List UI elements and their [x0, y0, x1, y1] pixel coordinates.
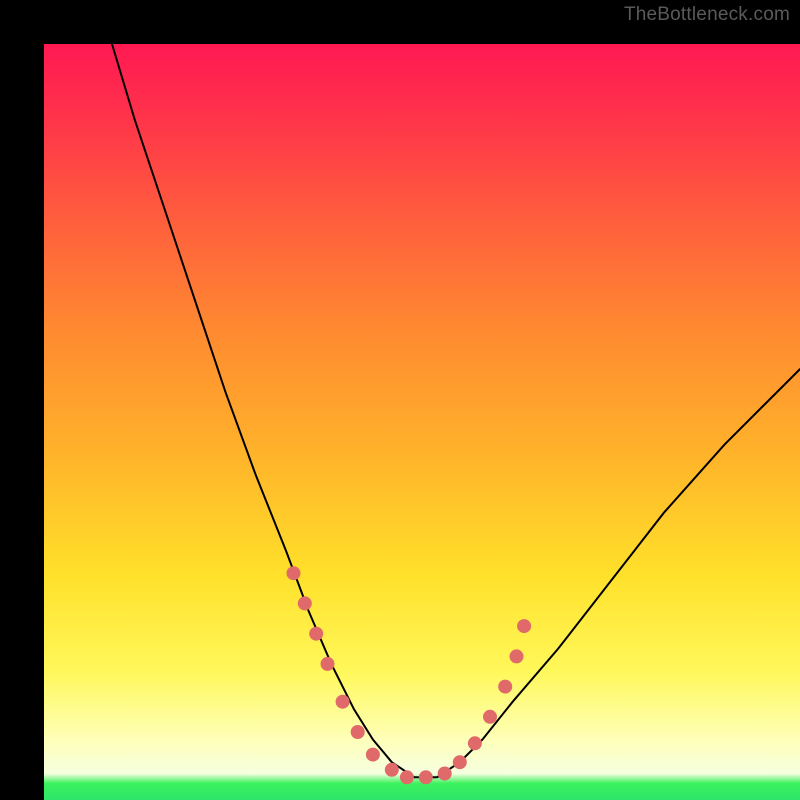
- scatter-dot: [438, 767, 452, 781]
- scatter-dot: [400, 770, 414, 784]
- scatter-dot: [336, 695, 350, 709]
- scatter-dot: [351, 725, 365, 739]
- scatter-dots: [287, 566, 532, 784]
- bottleneck-curve: [112, 44, 800, 777]
- chart-frame: [0, 0, 800, 800]
- scatter-dot: [366, 748, 380, 762]
- plot-area: [44, 44, 800, 800]
- scatter-dot: [298, 596, 312, 610]
- scatter-dot: [510, 649, 524, 663]
- watermark-text: TheBottleneck.com: [624, 4, 790, 26]
- scatter-dot: [385, 763, 399, 777]
- scatter-dot: [498, 680, 512, 694]
- scatter-dot: [483, 710, 497, 724]
- scatter-dot: [287, 566, 301, 580]
- scatter-dot: [419, 770, 433, 784]
- scatter-dot: [321, 657, 335, 671]
- scatter-dot: [468, 736, 482, 750]
- scatter-dot: [309, 627, 323, 641]
- scatter-dot: [453, 755, 467, 769]
- scatter-dot: [517, 619, 531, 633]
- chart-svg: [44, 44, 800, 800]
